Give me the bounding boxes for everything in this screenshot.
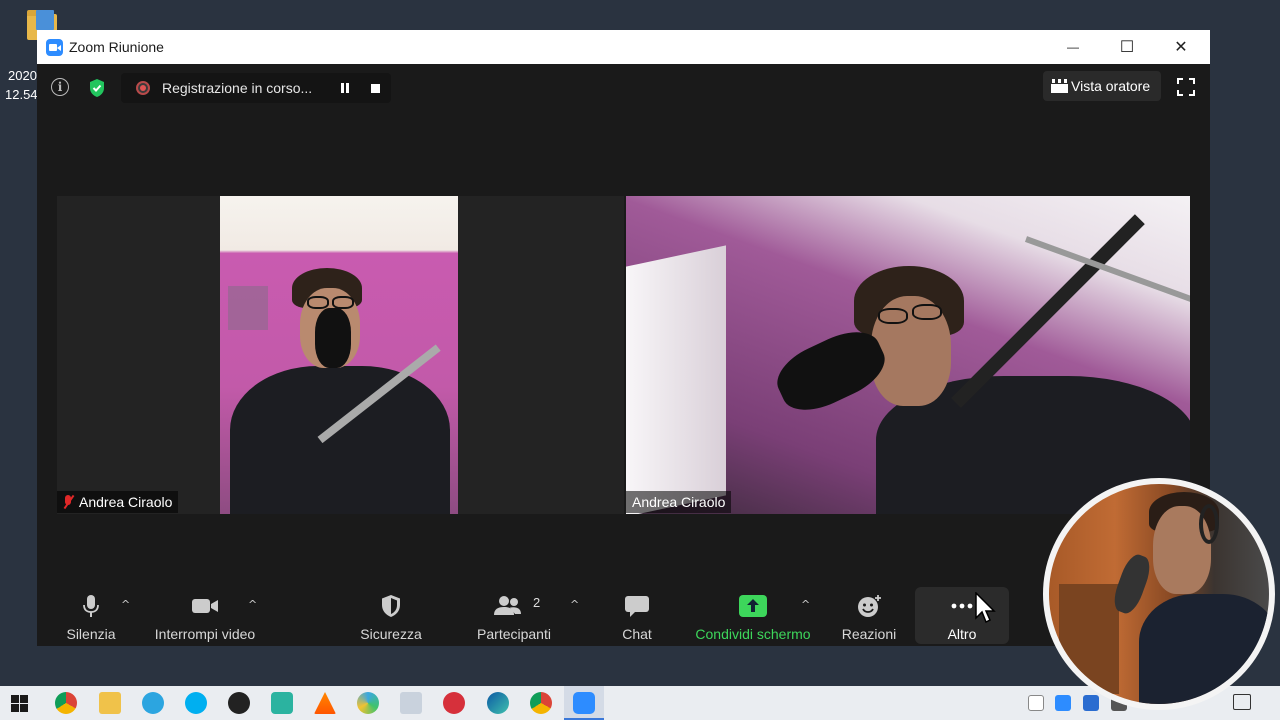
participants-label: Partecipanti: [477, 626, 551, 642]
presenter-body: [1139, 594, 1269, 704]
chrome-icon[interactable]: [530, 692, 552, 714]
muted-microphone-icon: [63, 495, 73, 509]
stop-video-button[interactable]: Interrompi video: [145, 586, 265, 646]
zoom-app-icon: [46, 39, 63, 56]
stop-recording-button[interactable]: [371, 84, 380, 93]
people-icon: [494, 596, 521, 615]
chat-button[interactable]: Chat: [597, 586, 677, 646]
maximize-button[interactable]: ☐: [1104, 30, 1150, 64]
chat-bubble-icon: [625, 596, 649, 617]
more-label: Altro: [947, 626, 977, 642]
participant-name: Andrea Ciraolo: [79, 494, 173, 510]
headphones: [1199, 504, 1219, 544]
speaker-video-feed: [626, 196, 1190, 514]
windows-start-icon[interactable]: [11, 695, 28, 712]
photos-icon[interactable]: [400, 692, 422, 714]
tray-drive-icon[interactable]: [1028, 695, 1044, 711]
mouse-cursor-icon: [975, 592, 996, 624]
share-screen-icon: [739, 595, 767, 617]
vlc-icon[interactable]: [314, 692, 336, 714]
participants-button[interactable]: 2 Partecipanti: [469, 586, 559, 646]
microphone: [315, 308, 351, 368]
chrome-icon[interactable]: [55, 692, 77, 714]
glasses: [878, 308, 908, 324]
speaker-view-icon: [1051, 79, 1068, 93]
participant-body: [230, 366, 450, 514]
window-title: Zoom Riunione: [69, 39, 164, 55]
pause-recording-button[interactable]: [339, 82, 351, 94]
video-options-caret[interactable]: ^: [248, 598, 262, 612]
background-shelf: [1059, 584, 1119, 694]
recording-status-bar: Registrazione in corso...: [121, 73, 391, 103]
document-icon: [36, 10, 54, 30]
participant-video-tile[interactable]: Andrea Ciraolo: [57, 196, 624, 514]
app-green-icon[interactable]: [271, 692, 293, 714]
microphone-icon: [83, 595, 99, 617]
room-window: [626, 245, 726, 514]
glasses: [307, 296, 329, 309]
telegram-icon[interactable]: [142, 692, 164, 714]
encryption-shield-icon[interactable]: [88, 78, 106, 98]
speaker-name-tag: Andrea Ciraolo: [626, 491, 732, 513]
minimize-icon: —: [1067, 40, 1079, 54]
tray-app-icon[interactable]: [1083, 695, 1099, 711]
glasses: [912, 304, 942, 320]
tray-zoom-icon[interactable]: [1055, 695, 1071, 711]
share-screen-button[interactable]: Condividi schermo: [689, 586, 817, 646]
info-icon: i: [57, 80, 63, 94]
wall-photos: [228, 286, 268, 330]
zoom-taskbar-icon[interactable]: [573, 692, 595, 714]
speaker-name: Andrea Ciraolo: [632, 494, 726, 510]
stop-video-label: Interrompi video: [154, 626, 256, 642]
video-camera-icon: [192, 599, 218, 613]
zoom-meeting-window: Zoom Riunione — ☐ ✕ i Registrazione in c…: [37, 30, 1210, 646]
fullscreen-button[interactable]: [1177, 78, 1195, 96]
chat-label: Chat: [622, 626, 652, 642]
share-screen-label: Condividi schermo: [695, 626, 811, 642]
presenter-webcam-overlay: [1043, 478, 1275, 710]
close-icon: ✕: [1174, 39, 1188, 56]
mute-label: Silenzia: [66, 626, 116, 642]
mute-button[interactable]: Silenzia: [51, 586, 131, 646]
security-button[interactable]: Sicurezza: [351, 586, 431, 646]
reactions-button[interactable]: Reazioni: [829, 586, 909, 646]
share-options-caret[interactable]: ^: [801, 598, 815, 612]
speaker-view-label: Vista oratore: [1071, 78, 1151, 94]
speaker-view-button[interactable]: Vista oratore: [1043, 71, 1161, 101]
close-button[interactable]: ✕: [1158, 30, 1204, 64]
minimize-button[interactable]: —: [1050, 30, 1096, 64]
maximize-icon: ☐: [1119, 39, 1135, 56]
recording-status-text: Registrazione in corso...: [162, 80, 313, 96]
participant-video-feed: [220, 196, 458, 514]
participant-name-tag: Andrea Ciraolo: [57, 491, 179, 513]
shield-icon: [382, 595, 400, 617]
file-explorer-icon[interactable]: [99, 692, 121, 714]
meeting-controls-toolbar: Silenzia ^ Interrompi video ^ Sicurezza: [37, 586, 1210, 646]
security-label: Sicurezza: [360, 626, 422, 642]
headphones-app-icon[interactable]: [443, 692, 465, 714]
app-ring-icon[interactable]: [357, 692, 379, 714]
participants-count: 2: [533, 595, 541, 610]
ellipsis-icon: [951, 603, 973, 609]
skype-icon[interactable]: [185, 692, 207, 714]
obs-icon[interactable]: [228, 692, 250, 714]
reactions-label: Reazioni: [841, 626, 897, 642]
active-speaker-video-tile[interactable]: Andrea Ciraolo: [626, 196, 1190, 514]
audio-options-caret[interactable]: ^: [121, 598, 135, 612]
recording-dot-icon: [136, 81, 150, 95]
smiley-plus-icon: [858, 595, 881, 617]
participants-options-caret[interactable]: ^: [570, 598, 584, 612]
edge-icon[interactable]: [487, 692, 509, 714]
title-bar[interactable]: Zoom Riunione — ☐ ✕: [37, 30, 1210, 64]
meeting-info-button[interactable]: i: [51, 78, 69, 96]
